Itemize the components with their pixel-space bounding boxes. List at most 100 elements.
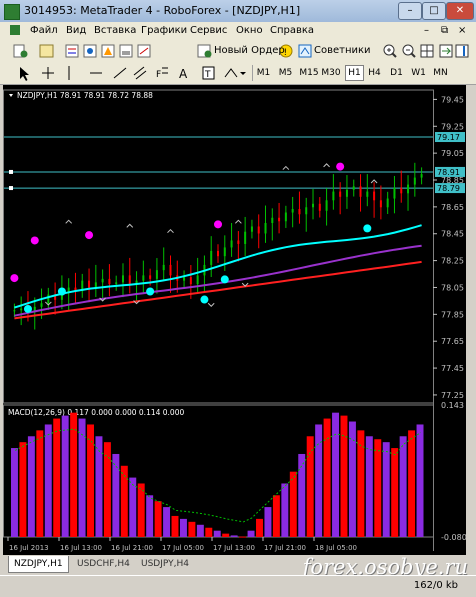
candle-body	[13, 310, 16, 312]
menu-help[interactable]: Справка	[270, 25, 314, 36]
zoom-out-icon[interactable]	[402, 44, 416, 58]
timeframe-h1[interactable]: H1	[345, 65, 364, 81]
menu-window[interactable]: Окно	[236, 25, 263, 36]
mdi-restore[interactable]: ⧉	[441, 25, 448, 36]
candle-body	[373, 191, 376, 201]
candle-body	[101, 278, 104, 283]
menu-file[interactable]: Файл	[30, 25, 58, 36]
crosshair-icon[interactable]	[42, 67, 54, 79]
timeframe-m30[interactable]: M30	[321, 66, 341, 80]
candle-body	[108, 278, 111, 285]
menu-tools[interactable]: Сервис	[190, 25, 227, 36]
timeframe-m5[interactable]: M5	[277, 66, 294, 80]
macd-histogram-bar	[323, 418, 331, 537]
auto-scroll-icon[interactable]	[439, 44, 453, 58]
menu-view[interactable]: Вид	[66, 25, 86, 36]
price-chart[interactable]: 79.4579.2579.0578.8578.6578.4578.2578.05…	[3, 85, 472, 555]
cyan-dot	[363, 224, 372, 233]
chart-window[interactable]: 79.45 79.25 79.05 78.85 78.65 78.45 78.25 78.05…	[3, 85, 472, 555]
timeframe-d1[interactable]: D1	[388, 66, 405, 80]
cursor-icon[interactable]	[20, 67, 29, 81]
label-icon[interactable]: T	[202, 66, 215, 80]
tab-usdchf-h4[interactable]: USDCHF,H4	[72, 556, 135, 572]
window-title: 3014953: MetaTrader 4 - RoboForex - [NZD…	[24, 4, 301, 17]
fibonacci-icon[interactable]: F	[156, 67, 168, 80]
macd-histogram-bar	[120, 465, 128, 537]
price-tick-label: 78.25	[441, 257, 464, 266]
menu-charts[interactable]: Графики	[141, 25, 187, 36]
menu-bar: Файл Вид Вставка Графики Сервис Окно Спр…	[0, 22, 476, 41]
cyan-dot	[57, 287, 66, 296]
channel-icon[interactable]	[133, 66, 147, 80]
candle-body	[413, 177, 416, 185]
timeframe-m1[interactable]: M1	[255, 66, 272, 80]
new-order-button[interactable]: Новый Ордер	[214, 43, 285, 58]
chart-title: NZDJPY,H1 78.91 78.91 78.72 78.88	[17, 91, 153, 100]
timeframe-mn[interactable]: MN	[432, 66, 449, 80]
macd-histogram-bar	[272, 495, 280, 537]
new-order-icon[interactable]	[197, 44, 212, 58]
advisors-icon[interactable]	[298, 44, 312, 58]
macd-histogram-bar	[146, 495, 154, 537]
macd-histogram-bar	[11, 448, 18, 537]
level-handle	[9, 186, 13, 191]
maximize-button[interactable]: □	[422, 2, 446, 20]
tile-windows-icon[interactable]	[420, 44, 434, 58]
mdi-minimize[interactable]: –	[424, 25, 429, 36]
price-tick-label: 79.25	[441, 122, 464, 131]
data-window-icon[interactable]	[83, 44, 97, 58]
new-chart-icon[interactable]	[13, 44, 28, 58]
close-button[interactable]: ✕	[446, 2, 474, 20]
toolbar-separator	[252, 65, 253, 81]
candle-body	[210, 250, 213, 265]
time-axis-label: 17 Jul 13:00	[213, 544, 255, 552]
status-bar: 162/0 kb	[0, 575, 476, 597]
text-icon[interactable]: A	[179, 67, 188, 81]
timeframe-m15[interactable]: M15	[299, 66, 319, 80]
price-tick-label: 77.65	[441, 337, 464, 346]
time-axis-label: 16 Jul 13:00	[60, 544, 102, 552]
trendline-icon[interactable]	[113, 67, 127, 79]
tab-usdjpy-h4[interactable]: USDJPY,H4	[136, 556, 194, 572]
candle-body	[420, 174, 423, 178]
candle-body	[88, 280, 91, 288]
macd-histogram-bar	[289, 471, 297, 537]
candle-body	[379, 200, 382, 208]
tab-nzdjpy-h1[interactable]: NZDJPY,H1	[8, 556, 69, 573]
candle-body	[47, 294, 50, 304]
up-arrow-marker	[65, 219, 73, 224]
standard-toolbar: ! Новый Ордер Советники	[0, 40, 476, 63]
chart-shift-icon[interactable]	[455, 44, 469, 58]
candle-body	[162, 264, 165, 271]
zoom-in-icon[interactable]	[383, 44, 397, 58]
up-arrow-marker	[167, 229, 174, 234]
advisors-button[interactable]: Советники	[314, 43, 371, 58]
arrows-icon[interactable]	[224, 68, 246, 78]
market-watch-icon[interactable]	[65, 44, 79, 58]
candle-body	[325, 200, 328, 211]
candle-body	[155, 270, 158, 279]
candle-body	[94, 282, 97, 288]
minimize-button[interactable]: –	[398, 2, 422, 20]
terminal-icon[interactable]	[119, 44, 133, 58]
menu-insert[interactable]: Вставка	[94, 25, 136, 36]
timeframe-h4[interactable]: H4	[366, 66, 383, 80]
macd-title: MACD(12,26,9) 0.117 0.000 0.000 0.114 0.…	[8, 408, 184, 417]
macd-histogram-bar	[179, 518, 187, 537]
macd-histogram-bar	[374, 439, 382, 537]
app-menu-icon[interactable]	[10, 25, 20, 35]
navigator-icon[interactable]	[101, 44, 115, 58]
candle-body	[121, 275, 124, 283]
timeframe-w1[interactable]: W1	[410, 66, 427, 80]
price-label-lower_line: 78.79	[437, 184, 460, 193]
candle-body	[257, 226, 260, 234]
macd-histogram-bar	[87, 424, 94, 537]
candle-body	[366, 191, 369, 197]
macd-axis-bottom: -0.0807	[441, 533, 466, 542]
profiles-icon[interactable]	[39, 44, 54, 58]
candle-body	[312, 203, 315, 208]
tester-icon[interactable]	[137, 44, 151, 58]
macd-histogram-bar	[315, 424, 323, 537]
mdi-close[interactable]: ×	[458, 25, 466, 36]
price-tick-label: 78.45	[441, 230, 464, 239]
